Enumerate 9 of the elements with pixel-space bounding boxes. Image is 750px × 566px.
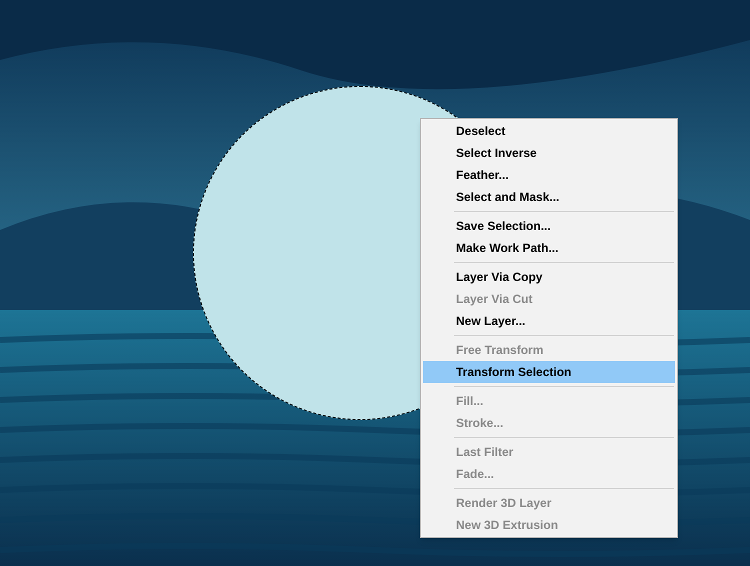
menu-item[interactable]: Select Inverse [423,142,675,164]
menu-item[interactable]: Layer Via Copy [423,266,675,288]
menu-item[interactable]: New Layer... [423,310,675,332]
menu-item[interactable]: Make Work Path... [423,237,675,259]
menu-item[interactable]: Select and Mask... [423,186,675,208]
menu-item[interactable]: Save Selection... [423,215,675,237]
menu-item[interactable]: Feather... [423,164,675,186]
menu-item[interactable]: Deselect [423,120,675,142]
menu-item[interactable]: Transform Selection [423,361,675,383]
